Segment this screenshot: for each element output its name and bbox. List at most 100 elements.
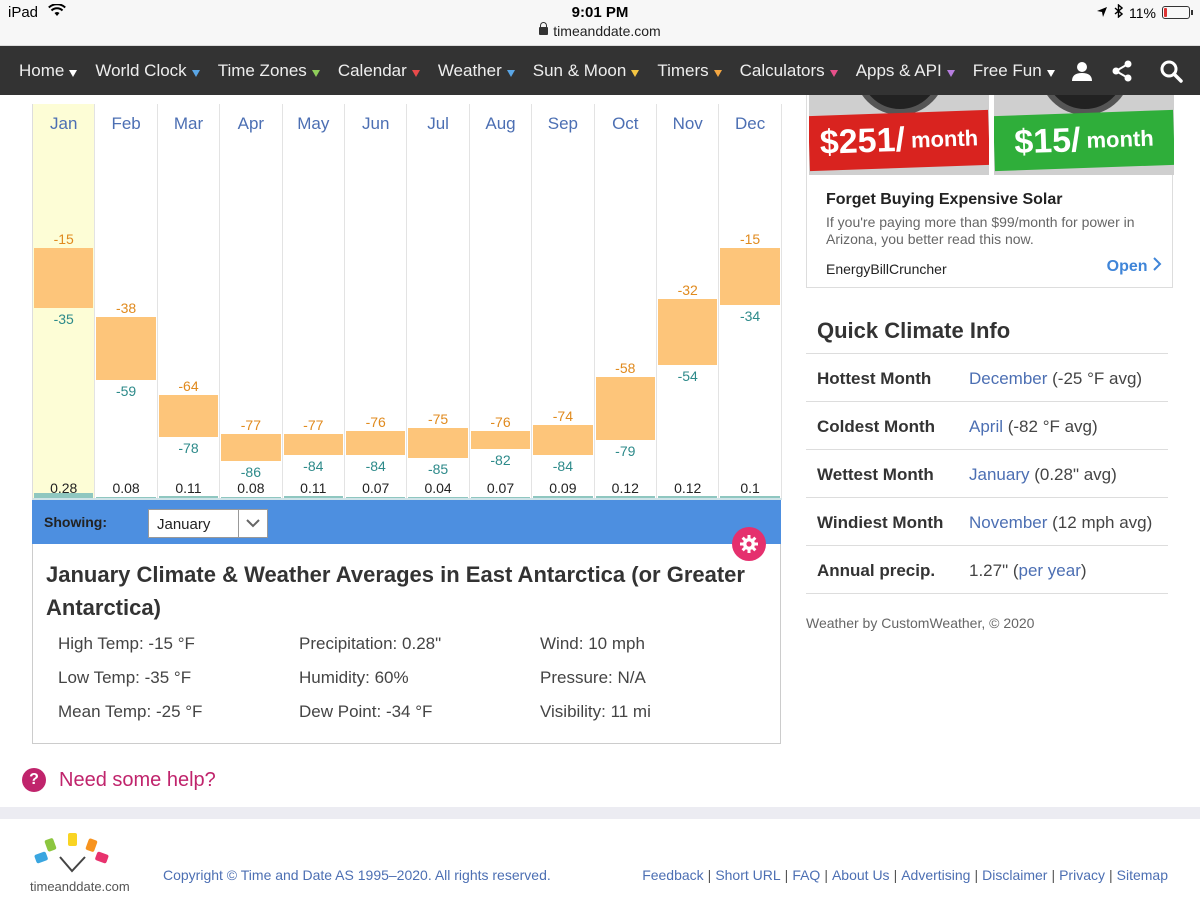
nav-item-calendar[interactable]: Calendar (329, 61, 429, 81)
nav-item-apps-api[interactable]: Apps & API (847, 61, 964, 81)
high-temp-label: -32 (677, 282, 698, 298)
temp-range-bar (408, 428, 468, 458)
precip-bar (158, 496, 219, 498)
high-temp-label: -64 (178, 378, 199, 394)
caret-down-icon (946, 69, 955, 77)
nav-item-label: Weather (437, 60, 502, 80)
nav-item-time-zones[interactable]: Time Zones (209, 61, 329, 81)
quick-climate-link[interactable]: November (969, 513, 1047, 532)
precip-bar (658, 495, 718, 498)
temp-range-bar (221, 434, 281, 461)
nav-item-weather[interactable]: Weather (429, 61, 524, 81)
month-select[interactable]: January (148, 509, 268, 538)
copyright-link[interactable]: Copyright © Time and Date AS 1995–2020. … (163, 867, 551, 883)
footer-link-sitemap[interactable]: Sitemap (1117, 867, 1168, 883)
quick-climate-value: 1.27" (per year) (969, 561, 1087, 581)
user-icon[interactable] (1062, 46, 1102, 95)
search-icon[interactable] (1142, 46, 1200, 95)
footer-link-separator: | (893, 867, 898, 883)
low-temp-label: -54 (677, 368, 698, 384)
site-logo[interactable]: timeanddate.com (30, 831, 150, 895)
quick-climate-link[interactable]: April (969, 417, 1003, 436)
quick-climate-label: Wettest Month (817, 465, 934, 484)
caret-down-icon (1046, 69, 1055, 77)
chart-column-mar[interactable]: Mar -64 -78 0.11 (158, 104, 221, 498)
footer-link-privacy[interactable]: Privacy (1059, 867, 1105, 883)
stat-label: Pressure: (540, 668, 613, 687)
low-temp-label: -34 (739, 308, 761, 324)
temp-range-bar (658, 299, 718, 365)
nav-item-label: Apps & API (855, 60, 942, 80)
quick-climate-row: Wettest Month January (0.28" avg) (806, 450, 1168, 498)
address-bar[interactable]: timeanddate.com (0, 22, 1200, 39)
chart-column-dec[interactable]: Dec -15 -34 0.1 (719, 104, 782, 498)
quick-climate-value: December (-25 °F avg) (969, 369, 1142, 389)
chart-column-sep[interactable]: Sep -74 -84 0.09 (532, 104, 595, 498)
nav-item-world-clock[interactable]: World Clock (86, 61, 208, 81)
ad-open-button[interactable]: Open (1107, 257, 1162, 276)
chart-column-may[interactable]: May -77 -84 0.11 (283, 104, 345, 498)
precip-label: 0.08 (112, 480, 140, 496)
chart-column-nov[interactable]: Nov -32 -54 0.12 (657, 104, 720, 498)
chart-column-jun[interactable]: Jun -76 -84 0.07 (345, 104, 408, 498)
high-temp-label: -75 (427, 411, 449, 427)
quick-climate-row: Hottest Month December (-25 °F avg) (806, 354, 1168, 402)
stat-label: High Temp: (58, 634, 144, 653)
quick-climate-link[interactable]: January (969, 465, 1029, 484)
quick-climate-suffix: (12 mph avg) (1047, 513, 1153, 532)
precip-label: 0.09 (549, 480, 577, 496)
settings-gear-icon[interactable] (732, 527, 766, 561)
chart-column-jul[interactable]: Jul -75 -85 0.04 (407, 104, 470, 498)
month-label: Apr (237, 114, 265, 133)
quick-climate-suffix: (-82 °F avg) (1003, 417, 1098, 436)
quick-climate-link[interactable]: December (969, 369, 1047, 388)
footer-link-advertising[interactable]: Advertising (901, 867, 970, 883)
precip-label: 0.04 (424, 480, 452, 496)
caret-down-icon (69, 69, 78, 77)
temp-range-bar (158, 395, 219, 437)
low-temp-label: -78 (178, 440, 199, 456)
nav-item-calculators[interactable]: Calculators (731, 61, 847, 81)
logo-text: timeanddate.com (30, 879, 130, 894)
footer-link-separator: | (1051, 867, 1056, 883)
chart-column-apr[interactable]: Apr -77 -86 0.08 (220, 104, 283, 498)
nav-item-label: Home (19, 60, 65, 80)
low-temp-label: -35 (53, 311, 74, 327)
showing-label: Showing: (44, 514, 107, 530)
footer-link-about-us[interactable]: About Us (832, 867, 890, 883)
showing-bar: Showing: January (32, 500, 781, 544)
ad-image-left: $251/month (809, 95, 989, 175)
chart-column-aug[interactable]: Aug -76 -82 0.07 (470, 104, 533, 498)
quick-climate-link[interactable]: per year (1019, 561, 1081, 580)
chart-column-jan[interactable]: Jan -15 -35 0.28 (33, 104, 96, 498)
quick-climate-suffix: (-25 °F avg) (1047, 369, 1143, 388)
ad-banner[interactable]: $251/month $15/month Forget Buying Expen… (806, 95, 1174, 288)
precip-label: 0.08 (237, 480, 265, 496)
footer-link-feedback[interactable]: Feedback (642, 867, 703, 883)
location-icon (1096, 5, 1108, 21)
nav-item-sun-moon[interactable]: Sun & Moon (524, 61, 649, 81)
nav-item-free-fun[interactable]: Free Fun (964, 61, 1064, 81)
footer-link-short-url[interactable]: Short URL (715, 867, 780, 883)
stat-pressure: Pressure: N/A (540, 668, 646, 688)
chart-column-feb[interactable]: Feb -38 -59 0.08 (95, 104, 158, 498)
footer-link-faq[interactable]: FAQ (792, 867, 820, 883)
month-label: Aug (485, 114, 516, 133)
quick-climate-label: Coldest Month (817, 417, 936, 436)
footer-link-separator: | (824, 867, 828, 883)
chart-column-oct[interactable]: Oct -58 -79 0.12 (595, 104, 657, 498)
month-label: Sep (547, 114, 578, 133)
footer-link-disclaimer[interactable]: Disclaimer (982, 867, 1047, 883)
precip-label: 0.12 (611, 480, 639, 496)
share-icon[interactable] (1102, 46, 1142, 95)
nav-item-timers[interactable]: Timers (648, 61, 730, 81)
nav-item-label: World Clock (95, 60, 187, 80)
temp-range-bar (34, 248, 94, 308)
lock-icon (539, 22, 549, 35)
stat-label: Mean Temp: (58, 702, 152, 721)
help-link[interactable]: ? Need some help? (22, 768, 216, 792)
month-details: January Climate & Weather Averages in Ea… (32, 527, 781, 744)
nav-item-home[interactable]: Home (0, 61, 86, 81)
stat-label: Humidity: (299, 668, 370, 687)
ad-title: Forget Buying Expensive Solar (826, 191, 1063, 208)
